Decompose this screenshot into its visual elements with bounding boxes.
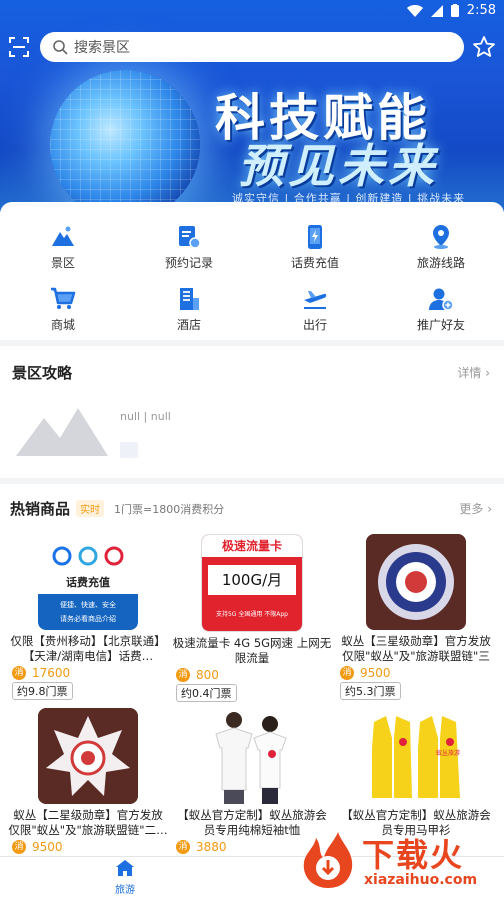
scenic-guide-section: 景区攻略 详情 › null | null (0, 346, 504, 478)
scan-icon[interactable] (8, 36, 30, 58)
product-card[interactable]: 极速流量卡 100G/月 支持5G 全国通用 不限App 极速流量卡 4G 5G… (172, 534, 332, 702)
product-image: 蚁丛旅游 (366, 708, 466, 804)
product-image-title: 极速流量卡 (202, 535, 302, 557)
watermark-logo: 下载火 xiazaihuo.com (298, 830, 504, 897)
product-image (366, 534, 466, 630)
menu-item-label: 景区 (50, 256, 75, 270)
watermark-text: 下载火 (362, 836, 465, 874)
product-price: 3880 (196, 840, 227, 854)
product-price: 17600 (32, 666, 71, 680)
tab-travel[interactable]: 旅游 (112, 859, 138, 896)
product-price: 9500 (32, 840, 63, 854)
flame-logo-icon (303, 832, 353, 888)
product-image: 极速流量卡 100G/月 支持5G 全国通用 不限App (201, 534, 303, 632)
product-image-note: 请务必看商品介绍 (60, 615, 116, 623)
menu-item-scenic[interactable]: 景区 (0, 224, 126, 271)
product-name: 极速流量卡 4G 5G网速 上网无限流量 (172, 636, 332, 665)
badge-medal-icon (46, 716, 130, 796)
menu-item-booking-records[interactable]: 预约记录 (126, 224, 252, 271)
menu-item-label: 话费充值 (290, 256, 339, 270)
menu-item-label: 出行 (302, 318, 327, 332)
plane-icon (304, 291, 327, 309)
product-image-subtitle: 100G/月 (208, 565, 296, 595)
product-image (202, 708, 302, 804)
ticket-equivalent: 约5.3门票 (340, 682, 401, 700)
search-placeholder: 搜索景区 (74, 40, 130, 56)
product-card[interactable]: 话费充值 便捷、快速、安全 请务必看商品介绍 仅限【贵州移动】【北京联通】【天津… (8, 534, 168, 700)
product-name: 蚁丛【三星级勋章】官方发放仅限"蚁丛"及"旅游联盟链"三星… (341, 634, 491, 663)
price-row: 消 17600 (12, 666, 168, 680)
tab-label: 旅游 (115, 885, 135, 896)
home-icon (116, 860, 134, 876)
consume-badge: 消 (12, 840, 26, 854)
product-price: 9500 (360, 666, 391, 680)
product-image-subtitle: 便捷、快速、安全 (60, 601, 116, 609)
menu-item-phone-recharge[interactable]: 话费充值 (252, 224, 378, 271)
watermark-url: xiazaihuo.com (364, 872, 478, 888)
guide-item-tag (120, 442, 138, 458)
menu-item-label: 商城 (50, 318, 75, 332)
menu-item-invite-friends[interactable]: 推广好友 (378, 286, 504, 333)
product-image-note: 支持5G 全国通用 不限App (215, 611, 288, 618)
menu-item-label: 旅游线路 (416, 256, 465, 270)
goods-more-link[interactable]: 更多 › (459, 500, 492, 517)
image-placeholder-icon[interactable] (16, 398, 108, 456)
search-icon (53, 40, 68, 55)
ticket-equivalent: 约9.8门票 (12, 682, 73, 700)
menu-item-label: 酒店 (176, 318, 201, 332)
menu-item-mall[interactable]: 商城 (0, 286, 126, 333)
banner-title-line2: 预见未来 (238, 139, 438, 193)
consume-badge: 消 (12, 666, 26, 680)
wifi-icon (406, 4, 423, 17)
star-icon[interactable] (472, 35, 496, 59)
product-image: 话费充值 便捷、快速、安全 请务必看商品介绍 (38, 534, 138, 630)
live-badge: 实时 (76, 500, 105, 517)
calendar-record-icon (179, 226, 201, 249)
battery-icon (450, 4, 459, 17)
map-pin-icon (433, 225, 449, 249)
consume-badge: 消 (176, 668, 190, 682)
badge-medal-icon (378, 544, 454, 620)
price-row: 消 9500 (12, 840, 168, 854)
price-row: 消 800 (176, 668, 332, 682)
section-title: 热销商品 (10, 500, 71, 518)
product-price: 800 (196, 668, 219, 682)
quick-menu: 景区 预约记录 话费充值 旅游线路 商城 酒店 出行 推广好友 (0, 202, 504, 340)
signal-icon (430, 4, 443, 17)
add-friend-icon (429, 288, 454, 311)
guide-more-link[interactable]: 详情 › (457, 364, 490, 381)
product-name: 蚁丛【二星级勋章】官方发放仅限"蚁丛"及"旅游联盟链"二… (8, 808, 168, 837)
status-bar: 2:58 (0, 0, 504, 22)
status-time: 2:58 (466, 3, 496, 18)
cart-icon (51, 287, 76, 309)
product-card[interactable]: 蚁丛【二星级勋章】官方发放仅限"蚁丛"及"旅游联盟链"二… 消 9500 (8, 708, 168, 854)
top-bar: 搜索景区 (0, 30, 504, 64)
ticket-equivalent: 约0.4门票 (176, 684, 237, 702)
exchange-rate-text: 1门票=1800消费积分 (114, 502, 225, 516)
section-title: 景区攻略 (12, 364, 73, 382)
menu-item-label: 预约记录 (164, 256, 213, 270)
globe-grid (50, 70, 200, 212)
product-image (38, 708, 138, 804)
product-card[interactable]: 蚁丛旅游 【蚁丛官方定制】蚁丛旅游会员专用马甲衫 (336, 708, 496, 838)
hot-goods-section: 热销商品 实时 1门票=1800消费积分 更多 › 话费充值 便捷、快速、安全 … (0, 484, 504, 856)
consume-badge: 消 (176, 840, 190, 854)
tshirt-models-icon (215, 712, 287, 804)
product-card[interactable]: 蚁丛【三星级勋章】官方发放仅限"蚁丛"及"旅游联盟链"三星… 消 9500 约5… (336, 534, 496, 700)
product-image-title: 蚁丛旅游 (436, 750, 461, 757)
menu-item-travel-routes[interactable]: 旅游线路 (378, 224, 504, 271)
guide-item-text[interactable]: null | null (120, 410, 171, 423)
hotel-icon (180, 288, 199, 310)
product-image-title: 话费充值 (66, 576, 110, 589)
mountain-icon (52, 226, 74, 246)
search-input[interactable]: 搜索景区 (40, 32, 464, 62)
price-row: 消 9500 (340, 666, 496, 680)
phone-charge-icon (308, 225, 322, 249)
goods-header: 热销商品 实时 1门票=1800消费积分 (10, 498, 224, 519)
menu-item-hotel[interactable]: 酒店 (126, 286, 252, 333)
menu-item-label: 推广好友 (416, 318, 465, 332)
consume-badge: 消 (340, 666, 354, 680)
product-name: 仅限【贵州移动】【北京联通】【天津/湖南电信】话费… (10, 634, 166, 663)
menu-item-travel[interactable]: 出行 (252, 286, 378, 333)
